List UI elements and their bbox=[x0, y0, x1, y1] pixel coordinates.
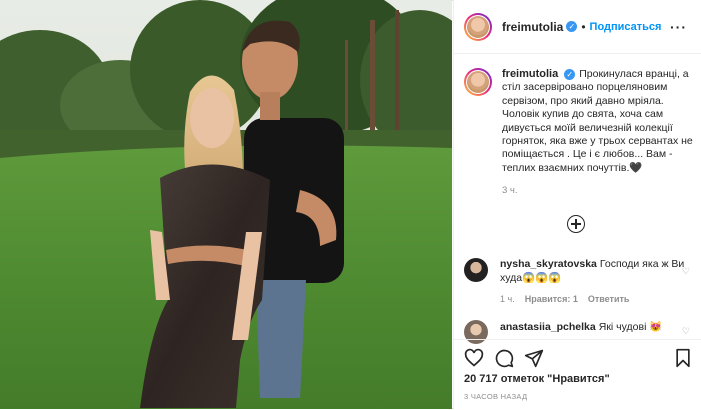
post-side-panel: freimutolia ✓ • Подписаться ··· freimuto… bbox=[453, 0, 701, 409]
verified-icon: ✓ bbox=[566, 21, 578, 32]
avatar[interactable] bbox=[464, 12, 492, 41]
follow-button[interactable]: Подписаться bbox=[590, 21, 662, 33]
comment-like-icon[interactable]: ♡ bbox=[682, 326, 690, 337]
comment-item: nysha_skyratovska Господи яка ж Ви худа😱😱… bbox=[464, 258, 696, 285]
comment-time: 1 ч. bbox=[500, 294, 515, 304]
username-link[interactable]: freimutolia bbox=[502, 20, 563, 34]
comment-username[interactable]: anastasiia_pchelka bbox=[500, 321, 596, 333]
caption: freimutolia ✓ Прокинулася вранці, а стіл з… bbox=[464, 68, 696, 198]
verified-icon: ✓ bbox=[564, 68, 576, 80]
post-timestamp: 3 ЧАСОВ НАЗАД bbox=[464, 392, 528, 401]
comment-icon[interactable] bbox=[494, 348, 514, 368]
avatar-photo bbox=[467, 71, 489, 93]
likes-count[interactable]: 20 717 отметок "Нравится" bbox=[464, 373, 610, 385]
more-options-icon[interactable]: ··· bbox=[670, 19, 687, 35]
heart-icon[interactable] bbox=[464, 348, 484, 368]
caption-time: 3 ч. bbox=[502, 185, 518, 197]
reply-button[interactable]: Ответить bbox=[588, 294, 630, 304]
caption-avatar[interactable] bbox=[464, 68, 492, 96]
commenter-avatar[interactable] bbox=[464, 258, 488, 282]
avatar-photo bbox=[467, 15, 489, 38]
separator-dot: • bbox=[581, 19, 586, 34]
comment-meta: 1 ч. Нравится: 1 Ответить bbox=[500, 294, 639, 304]
comment-text: Які чудові 😻 bbox=[598, 321, 663, 333]
share-icon[interactable] bbox=[524, 348, 544, 368]
action-bar: 20 717 отметок "Нравится" 3 ЧАСОВ НАЗАД bbox=[454, 339, 701, 410]
post-header: freimutolia ✓ • Подписаться ··· bbox=[454, 0, 701, 54]
caption-username[interactable]: freimutolia bbox=[502, 68, 558, 80]
bookmark-icon[interactable] bbox=[673, 348, 693, 368]
comment-username[interactable]: nysha_skyratovska bbox=[500, 258, 597, 270]
post-image bbox=[0, 0, 452, 409]
comment-likes[interactable]: Нравится: 1 bbox=[525, 294, 578, 304]
caption-text: Прокинулася вранці, а стіл засервіровано… bbox=[502, 68, 693, 174]
comment-body: nysha_skyratovska Господи яка ж Ви худа😱😱… bbox=[500, 258, 696, 285]
comment-like-icon[interactable]: ♡ bbox=[682, 266, 690, 277]
post-photo[interactable] bbox=[0, 0, 452, 409]
plus-circle-icon[interactable] bbox=[567, 215, 585, 233]
caption-body: freimutolia ✓ Прокинулася вранці, а стіл з… bbox=[502, 68, 696, 198]
